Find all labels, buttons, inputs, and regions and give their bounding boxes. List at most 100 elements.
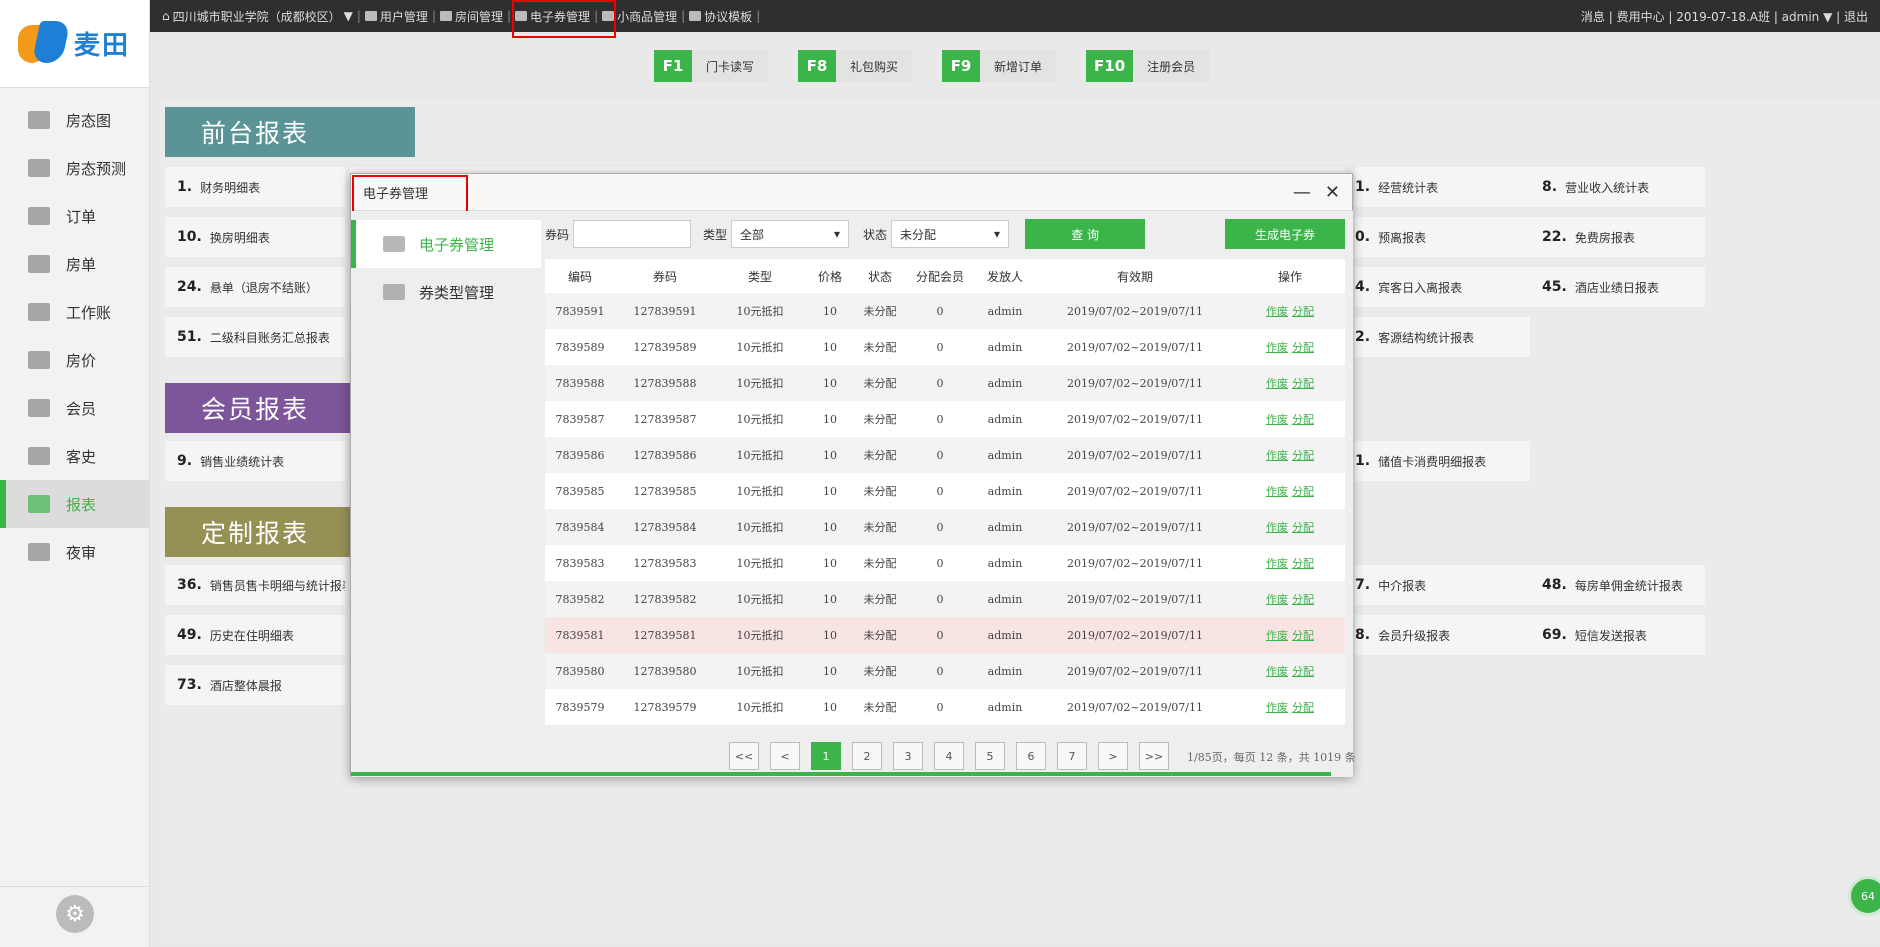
coupon-code-input[interactable] (573, 220, 692, 248)
void-link[interactable]: 作废 (1266, 665, 1288, 678)
assign-link[interactable]: 分配 (1292, 413, 1314, 426)
assign-link[interactable]: 分配 (1292, 485, 1314, 498)
sidebar-item-forecast[interactable]: 房态预测 (0, 144, 149, 192)
sidebar-item-orders[interactable]: 订单 (0, 192, 149, 240)
sidebar-item-room-bill[interactable]: 房单 (0, 240, 149, 288)
assign-link[interactable]: 分配 (1292, 629, 1314, 642)
sidebar-item-guest-history[interactable]: 客史 (0, 432, 149, 480)
sidebar-item-work-account[interactable]: 工作账 (0, 288, 149, 336)
action-cell: 作废 分配 (1235, 437, 1345, 473)
report-item[interactable]: 8. 营业收入统计表 (1530, 167, 1705, 207)
page-button[interactable]: 1 (811, 742, 841, 770)
report-item[interactable]: 51. 二级科目账务汇总报表 (165, 317, 345, 357)
menu-coupon-type-management[interactable]: 券类型管理 (351, 268, 541, 316)
report-item[interactable]: 1. 财务明细表 (165, 167, 345, 207)
report-title: 客源结构统计报表 (1378, 330, 1475, 345)
void-link[interactable]: 作废 (1266, 341, 1288, 354)
void-link[interactable]: 作废 (1266, 377, 1288, 390)
report-item[interactable]: 4. 宾客日入离报表 (1355, 267, 1530, 307)
report-number: 22. (1542, 229, 1567, 245)
report-item[interactable]: 45. 酒店业绩日报表 (1530, 267, 1705, 307)
sidebar-item-night-audit[interactable]: 夜审 (0, 528, 149, 576)
status-select[interactable]: 未分配 ▾ (891, 220, 1010, 248)
nav-label: 房间管理 (454, 9, 503, 24)
f1-card-rw-button[interactable]: F1 门卡读写 (654, 50, 769, 82)
settings-gear-icon[interactable]: ⚙ (56, 895, 94, 933)
template-icon (689, 11, 702, 21)
menu-coupon-management[interactable]: 电子券管理 (351, 220, 541, 268)
sidebar-item-label: 房单 (66, 255, 97, 274)
col-header: 操作 (1277, 269, 1302, 284)
f8-gift-button[interactable]: F8 礼包购买 (798, 50, 913, 82)
page-button[interactable]: 5 (975, 742, 1005, 770)
table-cell: 10元抵扣 (736, 629, 784, 642)
page-button[interactable]: 2 (852, 742, 882, 770)
nav-room-management[interactable]: 房间管理 (439, 8, 503, 25)
f10-register-member-button[interactable]: F10 注册会员 (1086, 50, 1210, 82)
report-item[interactable]: 24. 悬单（退房不结账） (165, 267, 345, 307)
query-button[interactable]: 查 询 (1025, 219, 1146, 249)
sidebar-item-room-status[interactable]: 房态图 (0, 96, 149, 144)
sidebar-item-room-price[interactable]: 房价 (0, 336, 149, 384)
page-button[interactable]: 3 (893, 742, 923, 770)
assign-link[interactable]: 分配 (1292, 557, 1314, 570)
void-link[interactable]: 作废 (1266, 305, 1288, 318)
assign-link[interactable]: 分配 (1292, 593, 1314, 606)
assign-link[interactable]: 分配 (1292, 449, 1314, 462)
report-item[interactable]: 8. 会员升级报表 (1355, 615, 1530, 655)
hotel-selector[interactable]: ⌂ 四川城市职业学院（成都校区） ▼ (162, 8, 353, 25)
page-button[interactable]: 7 (1057, 742, 1087, 770)
sidebar-item-reports[interactable]: 报表 (0, 480, 149, 528)
top-right-links[interactable]: 消息 | 费用中心 | 2019-07-18.A班 | admin ▼ | 退出 (1581, 8, 1868, 25)
nav-goods-management[interactable]: 小商品管理 (602, 8, 677, 25)
void-link[interactable]: 作废 (1266, 485, 1288, 498)
generate-coupon-button[interactable]: 生成电子券 (1225, 219, 1345, 249)
logo[interactable]: 麦田 (0, 0, 149, 88)
report-item[interactable]: 7. 中介报表 (1355, 565, 1530, 605)
report-item[interactable]: 22. 免费房报表 (1530, 217, 1705, 257)
page-button[interactable]: 6 (1016, 742, 1046, 770)
sidebar-item-member[interactable]: 会员 (0, 384, 149, 432)
void-link[interactable]: 作废 (1266, 413, 1288, 426)
report-number: 69. (1542, 627, 1567, 643)
table-cell: 2019/07/02~2019/07/11 (1066, 628, 1204, 642)
floating-badge[interactable]: 64 (1848, 876, 1880, 916)
assign-link[interactable]: 分配 (1292, 521, 1314, 534)
close-icon[interactable]: ✕ (1325, 182, 1340, 203)
report-item[interactable]: 36. 销售员售卡明细与统计报表 (165, 565, 345, 605)
nav-agreement-template[interactable]: 协议模板 (689, 8, 752, 25)
type-select[interactable]: 全部 ▾ (731, 220, 850, 248)
report-item[interactable]: 9. 销售业绩统计表 (165, 441, 345, 481)
void-link[interactable]: 作废 (1266, 521, 1288, 534)
minimize-icon[interactable]: — (1293, 182, 1311, 203)
assign-link[interactable]: 分配 (1292, 341, 1314, 354)
report-item[interactable]: 48. 每房单佣金统计报表 (1530, 565, 1705, 605)
report-item[interactable]: 2. 客源结构统计报表 (1355, 317, 1530, 357)
page-button[interactable]: > (1098, 742, 1128, 770)
void-link[interactable]: 作废 (1266, 449, 1288, 462)
page-button[interactable]: 4 (934, 742, 964, 770)
report-item[interactable]: 49. 历史在住明细表 (165, 615, 345, 655)
void-link[interactable]: 作废 (1266, 701, 1288, 714)
nav-coupon-management[interactable]: 电子券管理 (515, 8, 590, 25)
assign-link[interactable]: 分配 (1292, 701, 1314, 714)
void-link[interactable]: 作废 (1266, 557, 1288, 570)
report-item[interactable]: 1. 储值卡消费明细报表 (1355, 441, 1530, 481)
assign-link[interactable]: 分配 (1292, 377, 1314, 390)
page-button[interactable]: >> (1139, 742, 1169, 770)
assign-link[interactable]: 分配 (1292, 665, 1314, 678)
report-item[interactable]: 73. 酒店整体晨报 (165, 665, 345, 705)
report-item[interactable]: 1. 经营统计表 (1355, 167, 1530, 207)
assign-link[interactable]: 分配 (1292, 305, 1314, 318)
void-link[interactable]: 作废 (1266, 593, 1288, 606)
void-link[interactable]: 作废 (1266, 629, 1288, 642)
report-item[interactable]: 10. 换房明细表 (165, 217, 345, 257)
nav-user-management[interactable]: 用户管理 (364, 8, 428, 25)
report-item[interactable]: 0. 预离报表 (1355, 217, 1530, 257)
table-row: 7839580 127839580 10元抵扣 10 未分配 0 admin 2019/07/… (545, 653, 1345, 689)
f9-new-order-button[interactable]: F9 新增订单 (942, 50, 1057, 82)
page-button[interactable]: << (729, 742, 759, 770)
page-button[interactable]: < (770, 742, 800, 770)
table-cell: 127839583 (633, 556, 697, 570)
report-item[interactable]: 69. 短信发送报表 (1530, 615, 1705, 655)
